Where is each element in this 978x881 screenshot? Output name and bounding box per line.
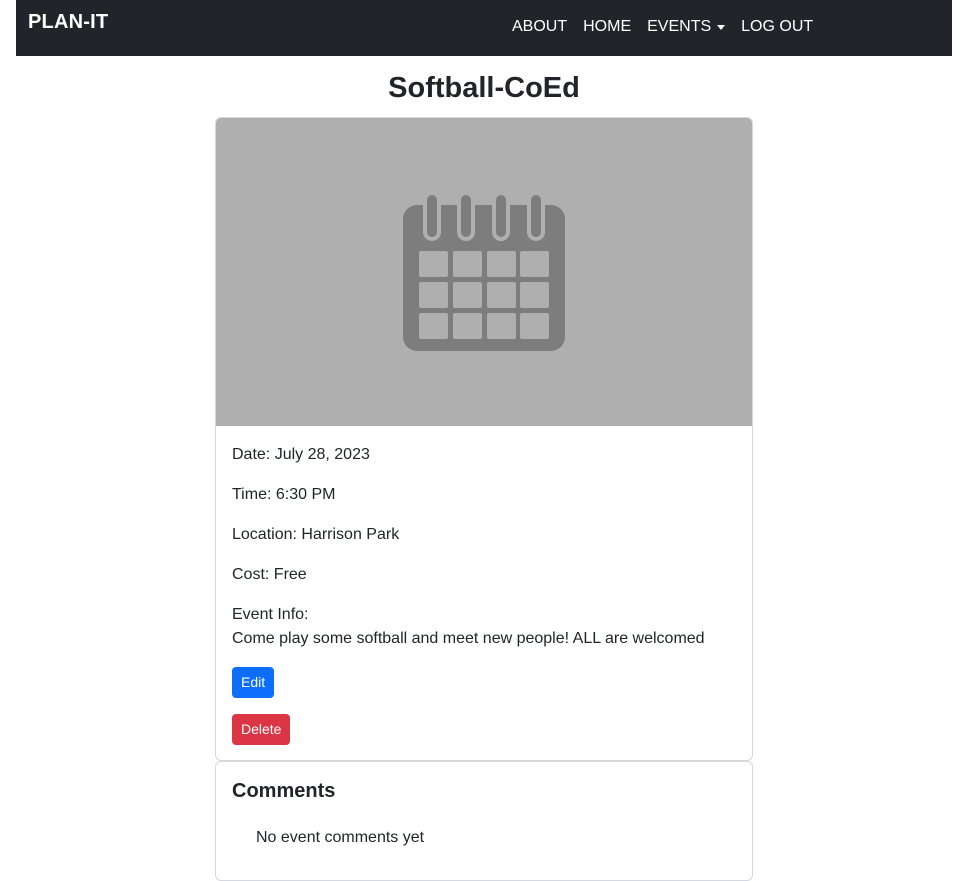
event-cost: Cost: Free xyxy=(232,566,307,583)
brand-logo[interactable]: PLAN-IT xyxy=(28,11,108,34)
event-time: Time: 6:30 PM xyxy=(232,486,336,503)
nav-events-label: EVENTS xyxy=(647,18,712,35)
caret-down-icon xyxy=(717,24,726,30)
comments-empty-message: No event comments yet xyxy=(256,829,425,846)
comments-title: Comments xyxy=(232,780,336,802)
nav-events-dropdown[interactable]: EVENTS xyxy=(639,17,733,37)
nav-logout[interactable]: LOG OUT xyxy=(733,17,821,37)
edit-button[interactable]: Edit xyxy=(232,667,275,698)
comments-card: Comments No event comments yet xyxy=(215,761,753,881)
delete-button[interactable]: Delete xyxy=(232,714,291,745)
event-info-label: Event Info: xyxy=(232,606,309,623)
event-image xyxy=(216,118,752,426)
event-info-text: Come play some softball and meet new peo… xyxy=(232,630,705,647)
calendar-icon xyxy=(403,191,565,351)
event-info: Event Info: Come play some softball and … xyxy=(232,603,736,651)
nav-links: ABOUT HOME EVENTS LOG OUT xyxy=(504,17,821,37)
event-location: Location: Harrison Park xyxy=(232,526,400,543)
nav-about[interactable]: ABOUT xyxy=(504,17,575,37)
nav-home[interactable]: HOME xyxy=(575,17,639,37)
page-title: Softball-CoEd xyxy=(388,72,580,104)
event-details: Date: July 28, 2023 Time: 6:30 PM Locati… xyxy=(216,426,752,745)
event-card: Date: July 28, 2023 Time: 6:30 PM Locati… xyxy=(215,117,753,761)
top-navbar: PLAN-IT ABOUT HOME EVENTS LOG OUT xyxy=(16,0,952,56)
event-date: Date: July 28, 2023 xyxy=(232,446,370,463)
